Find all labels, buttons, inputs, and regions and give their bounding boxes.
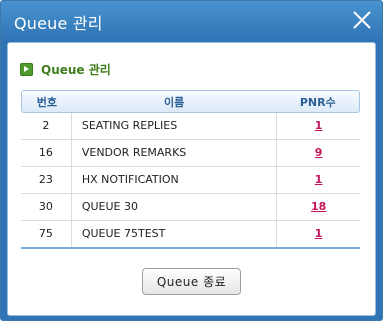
- table-row: 23 HX NOTIFICATION 1: [21, 167, 360, 194]
- pnr-count-link[interactable]: 9: [315, 146, 323, 159]
- queue-close-button[interactable]: Queue 종료: [142, 268, 241, 295]
- pnr-count-link[interactable]: 1: [315, 227, 323, 240]
- pnr-count-link[interactable]: 1: [315, 173, 323, 186]
- queue-table: 번호 이름 PNR수 2 SEATING REPLIES 1 16 VENDOR…: [21, 90, 360, 249]
- header-pnr: PNR수: [299, 95, 336, 109]
- table-row: 16 VENDOR REMARKS 9: [21, 140, 360, 167]
- cell-no: 30: [21, 194, 72, 220]
- cell-pnr: 9: [277, 140, 360, 166]
- table-row: 75 QUEUE 75TEST 1: [21, 221, 360, 247]
- cell-no: 75: [21, 221, 72, 247]
- queue-dialog: Queue 관리 Queue 관리 번호 이름 PNR수 2 SEATING R…: [0, 0, 383, 321]
- cell-name: QUEUE 75TEST: [72, 221, 278, 247]
- cell-no: 16: [21, 140, 72, 166]
- cell-no: 23: [21, 167, 72, 193]
- close-button[interactable]: [352, 10, 372, 30]
- header-no: 번호: [36, 95, 57, 109]
- cell-pnr: 1: [277, 167, 360, 193]
- table-body: 2 SEATING REPLIES 1 16 VENDOR REMARKS 9 …: [21, 113, 360, 249]
- cell-pnr: 1: [277, 113, 360, 139]
- content-panel: Queue 관리 번호 이름 PNR수 2 SEATING REPLIES 1 …: [7, 42, 376, 316]
- table-header: 번호 이름 PNR수: [21, 90, 360, 113]
- pnr-count-link[interactable]: 1: [315, 119, 323, 132]
- cell-pnr: 1: [277, 221, 360, 247]
- table-row: 30 QUEUE 30 18: [21, 194, 360, 221]
- arrow-bullet-icon: [20, 62, 33, 76]
- close-icon: [353, 11, 371, 29]
- table-row: 2 SEATING REPLIES 1: [21, 113, 360, 140]
- window-title: Queue 관리: [14, 14, 103, 33]
- cell-name: SEATING REPLIES: [72, 113, 278, 139]
- cell-pnr: 18: [277, 194, 360, 220]
- cell-name: HX NOTIFICATION: [72, 167, 278, 193]
- cell-no: 2: [21, 113, 72, 139]
- section-header: Queue 관리: [20, 61, 111, 77]
- title-bar[interactable]: Queue 관리: [1, 1, 382, 39]
- pnr-count-link[interactable]: 18: [311, 200, 326, 213]
- cell-name: VENDOR REMARKS: [72, 140, 278, 166]
- section-title: Queue 관리: [41, 62, 111, 77]
- cell-name: QUEUE 30: [72, 194, 278, 220]
- header-name: 이름: [163, 95, 185, 109]
